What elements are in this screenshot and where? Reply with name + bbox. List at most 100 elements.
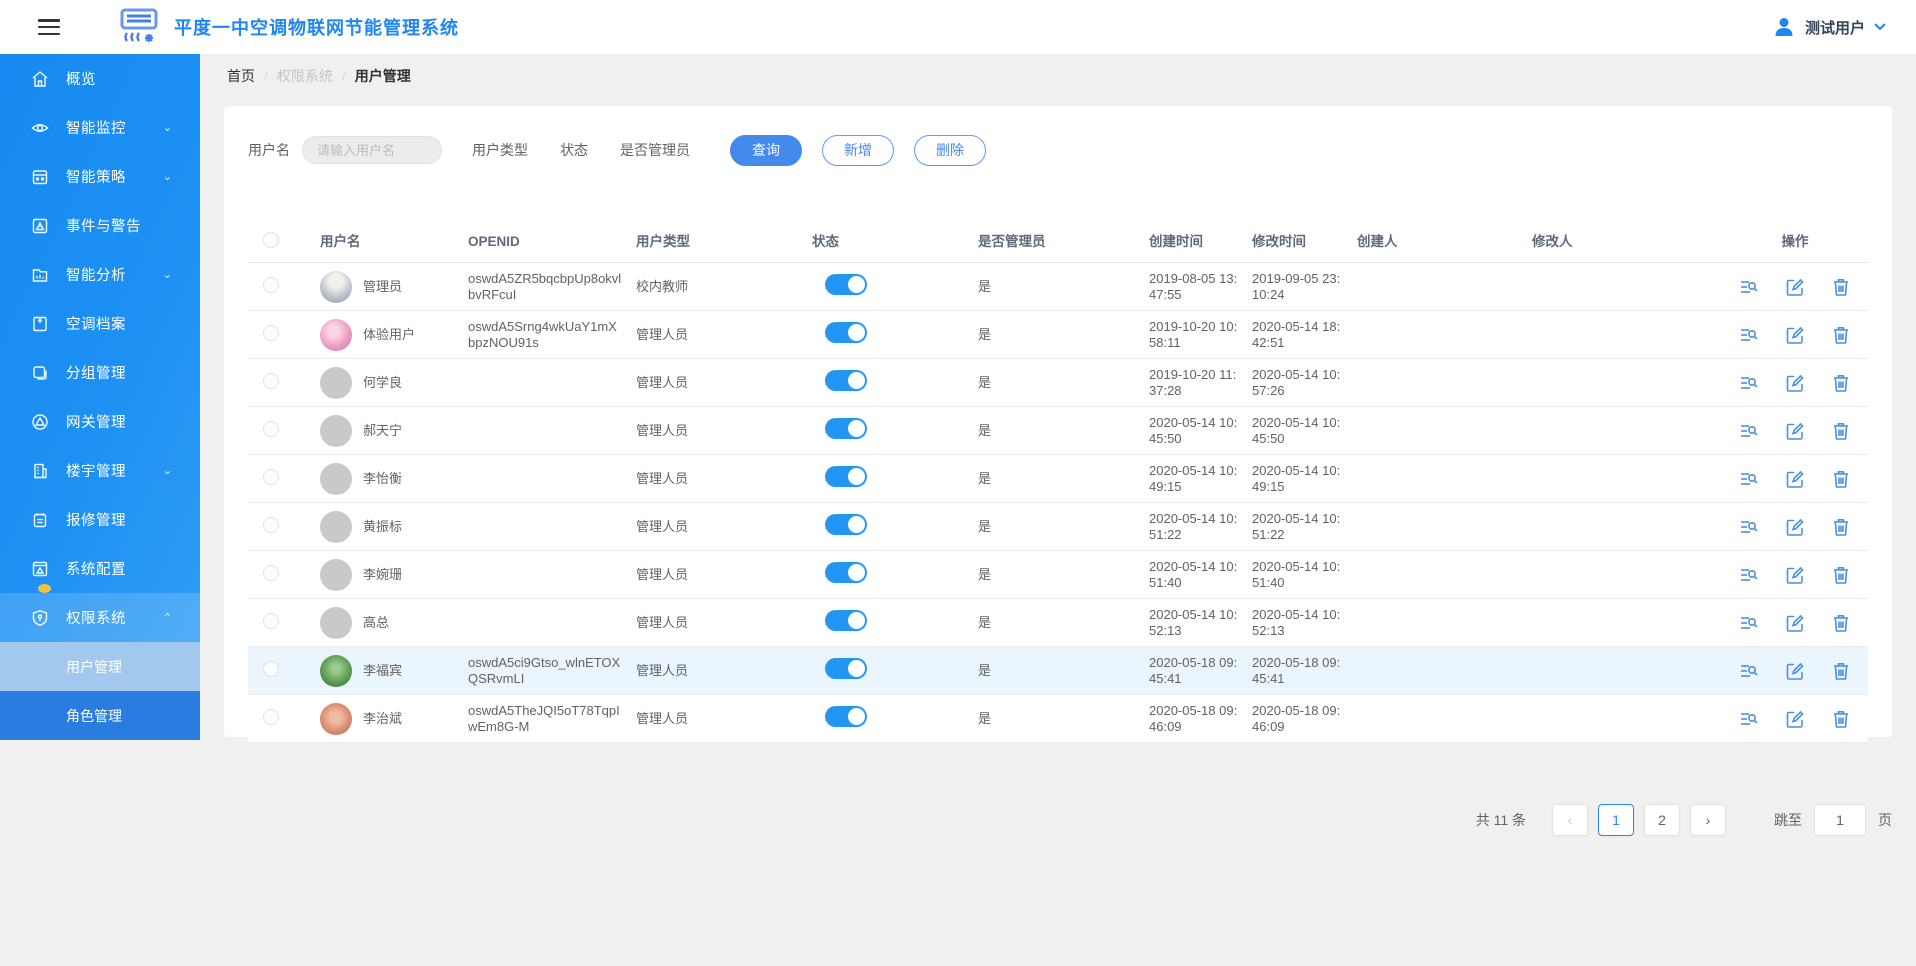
table-row[interactable]: 黄振标 管理人员 是 2020-05-14 10:51:22 2020-05-1… — [248, 503, 1868, 551]
next-page-button[interactable]: › — [1690, 804, 1726, 836]
sidebar-item-strategy[interactable]: 智能策略 ⌄ — [0, 152, 200, 201]
select-all-radio[interactable] — [263, 232, 279, 248]
notification-badge — [38, 584, 51, 593]
status-toggle[interactable] — [825, 706, 867, 727]
sidebar-item-overview[interactable]: 概览 — [0, 54, 200, 103]
status-toggle[interactable] — [825, 370, 867, 391]
view-detail-icon[interactable] — [1739, 517, 1759, 537]
top-header: 平度一中空调物联网节能管理系统 测试用户 — [0, 0, 1916, 54]
row-select-radio[interactable] — [263, 612, 279, 629]
row-select-radio[interactable] — [263, 468, 279, 485]
row-select-radio[interactable] — [263, 708, 279, 725]
row-select-radio[interactable] — [263, 276, 279, 293]
sidebar-item-ac-archive[interactable]: 空调档案 — [0, 299, 200, 348]
delete-button[interactable]: 删除 — [914, 134, 986, 166]
view-detail-icon[interactable] — [1739, 421, 1759, 441]
delete-icon[interactable] — [1831, 421, 1851, 441]
delete-icon[interactable] — [1831, 373, 1851, 393]
status-toggle[interactable] — [825, 418, 867, 439]
status-toggle[interactable] — [825, 562, 867, 583]
user-menu[interactable]: 测试用户 — [1772, 0, 1886, 54]
sidebar-item-label: 空调档案 — [66, 317, 126, 333]
usertype-text: 管理人员 — [636, 614, 689, 630]
sidebar-subitem-role-mgmt[interactable]: 角色管理 — [0, 691, 200, 740]
delete-icon[interactable] — [1831, 325, 1851, 345]
usertype-filter-label[interactable]: 用户类型 — [472, 140, 528, 160]
delete-icon[interactable] — [1831, 565, 1851, 585]
delete-icon[interactable] — [1831, 613, 1851, 633]
status-toggle[interactable] — [825, 514, 867, 535]
status-toggle[interactable] — [825, 466, 867, 487]
sidebar-item-group-mgmt[interactable]: 分组管理 — [0, 348, 200, 397]
sidebar-subitem-user-mgmt[interactable]: 用户管理 — [0, 642, 200, 691]
query-button[interactable]: 查询 — [730, 134, 802, 166]
status-toggle[interactable] — [825, 274, 867, 295]
table-row[interactable]: 李怡衡 管理人员 是 2020-05-14 10:49:15 2020-05-1… — [248, 455, 1868, 503]
col-header-modified: 修改时间 — [1252, 234, 1306, 249]
view-detail-icon[interactable] — [1739, 469, 1759, 489]
edit-icon[interactable] — [1785, 613, 1805, 633]
view-detail-icon[interactable] — [1739, 565, 1759, 585]
admin-filter-label[interactable]: 是否管理员 — [620, 142, 690, 158]
view-detail-icon[interactable] — [1739, 613, 1759, 633]
status-toggle[interactable] — [825, 610, 867, 631]
sidebar-item-system-config[interactable]: 系统配置 — [0, 544, 200, 593]
row-select-radio[interactable] — [263, 372, 279, 389]
delete-icon[interactable] — [1831, 709, 1851, 729]
sidebar-item-permission-system[interactable]: 权限系统 ⌃ — [0, 593, 200, 642]
sidebar-item-gateway-mgmt[interactable]: 网关管理 — [0, 397, 200, 446]
table-row[interactable]: 管理员 oswdA5ZR5bqcbpUp8okvlbvRFcuI 校内教师 是 … — [248, 263, 1868, 311]
edit-icon[interactable] — [1785, 709, 1805, 729]
delete-icon[interactable] — [1831, 661, 1851, 681]
edit-icon[interactable] — [1785, 373, 1805, 393]
view-detail-icon[interactable] — [1739, 373, 1759, 393]
row-select-radio[interactable] — [263, 660, 279, 677]
edit-icon[interactable] — [1785, 661, 1805, 681]
view-detail-icon[interactable] — [1739, 325, 1759, 345]
edit-icon[interactable] — [1785, 517, 1805, 537]
status-toggle[interactable] — [825, 322, 867, 343]
edit-icon[interactable] — [1785, 277, 1805, 297]
table-row[interactable]: 何学良 管理人员 是 2019-10-20 11:37:28 2020-05-1… — [248, 359, 1868, 407]
view-detail-icon[interactable] — [1739, 709, 1759, 729]
add-button[interactable]: 新增 — [822, 134, 894, 166]
table-row[interactable]: 李婉珊 管理人员 是 2020-05-14 10:51:40 2020-05-1… — [248, 551, 1868, 599]
view-detail-icon[interactable] — [1739, 277, 1759, 297]
user-avatar — [320, 270, 352, 303]
status-filter-label[interactable]: 状态 — [560, 140, 588, 160]
sidebar-item-building-mgmt[interactable]: 楼宇管理 ⌄ — [0, 446, 200, 495]
sidebar-item-events-alerts[interactable]: 事件与警告 — [0, 201, 200, 250]
status-toggle[interactable] — [825, 658, 867, 679]
edit-icon[interactable] — [1785, 469, 1805, 489]
delete-icon[interactable] — [1831, 469, 1851, 489]
modified-time-text: 2020-05-18 09:45:41 — [1252, 654, 1341, 686]
view-detail-icon[interactable] — [1739, 661, 1759, 681]
edit-icon[interactable] — [1785, 325, 1805, 345]
user-avatar — [320, 366, 352, 399]
table-row[interactable]: 体验用户 oswdA5Srng4wkUaY1mXbpzNOU91s 管理人员 是… — [248, 311, 1868, 359]
delete-icon[interactable] — [1831, 277, 1851, 297]
page-button-1[interactable]: 1 — [1598, 804, 1634, 836]
table-row[interactable]: 郝天宁 管理人员 是 2020-05-14 10:45:50 2020-05-1… — [248, 407, 1868, 455]
sidebar-item-analysis[interactable]: 智能分析 ⌄ — [0, 250, 200, 299]
row-select-radio[interactable] — [263, 564, 279, 581]
prev-page-button[interactable]: ‹ — [1552, 804, 1588, 836]
username-filter-input[interactable] — [302, 136, 442, 164]
edit-icon[interactable] — [1785, 565, 1805, 585]
sidebar-item-monitoring[interactable]: 智能监控 ⌄ — [0, 103, 200, 152]
row-select-radio[interactable] — [263, 420, 279, 437]
table-row[interactable]: 高总 管理人员 是 2020-05-14 10:52:13 2020-05-14… — [248, 599, 1868, 647]
table-row[interactable]: 李福宾 oswdA5ci9Gtso_wlnETOXQSRvmLI 管理人员 是 … — [248, 647, 1868, 695]
jump-page-input[interactable] — [1814, 804, 1866, 836]
edit-icon[interactable] — [1785, 421, 1805, 441]
menu-toggle-icon[interactable] — [38, 19, 60, 35]
is-admin-text: 是 — [978, 614, 992, 630]
table-row[interactable]: 李治斌 oswdA5TheJQI5oT78TqpIwEm8G-M 管理人员 是 … — [248, 695, 1868, 743]
row-select-radio[interactable] — [263, 324, 279, 341]
page-button-2[interactable]: 2 — [1644, 804, 1680, 836]
sidebar-item-repair-mgmt[interactable]: 报修管理 — [0, 495, 200, 544]
delete-icon[interactable] — [1831, 517, 1851, 537]
breadcrumb-current: 用户管理 — [354, 68, 411, 84]
breadcrumb-home[interactable]: 首页 — [227, 66, 255, 86]
row-select-radio[interactable] — [263, 516, 279, 533]
